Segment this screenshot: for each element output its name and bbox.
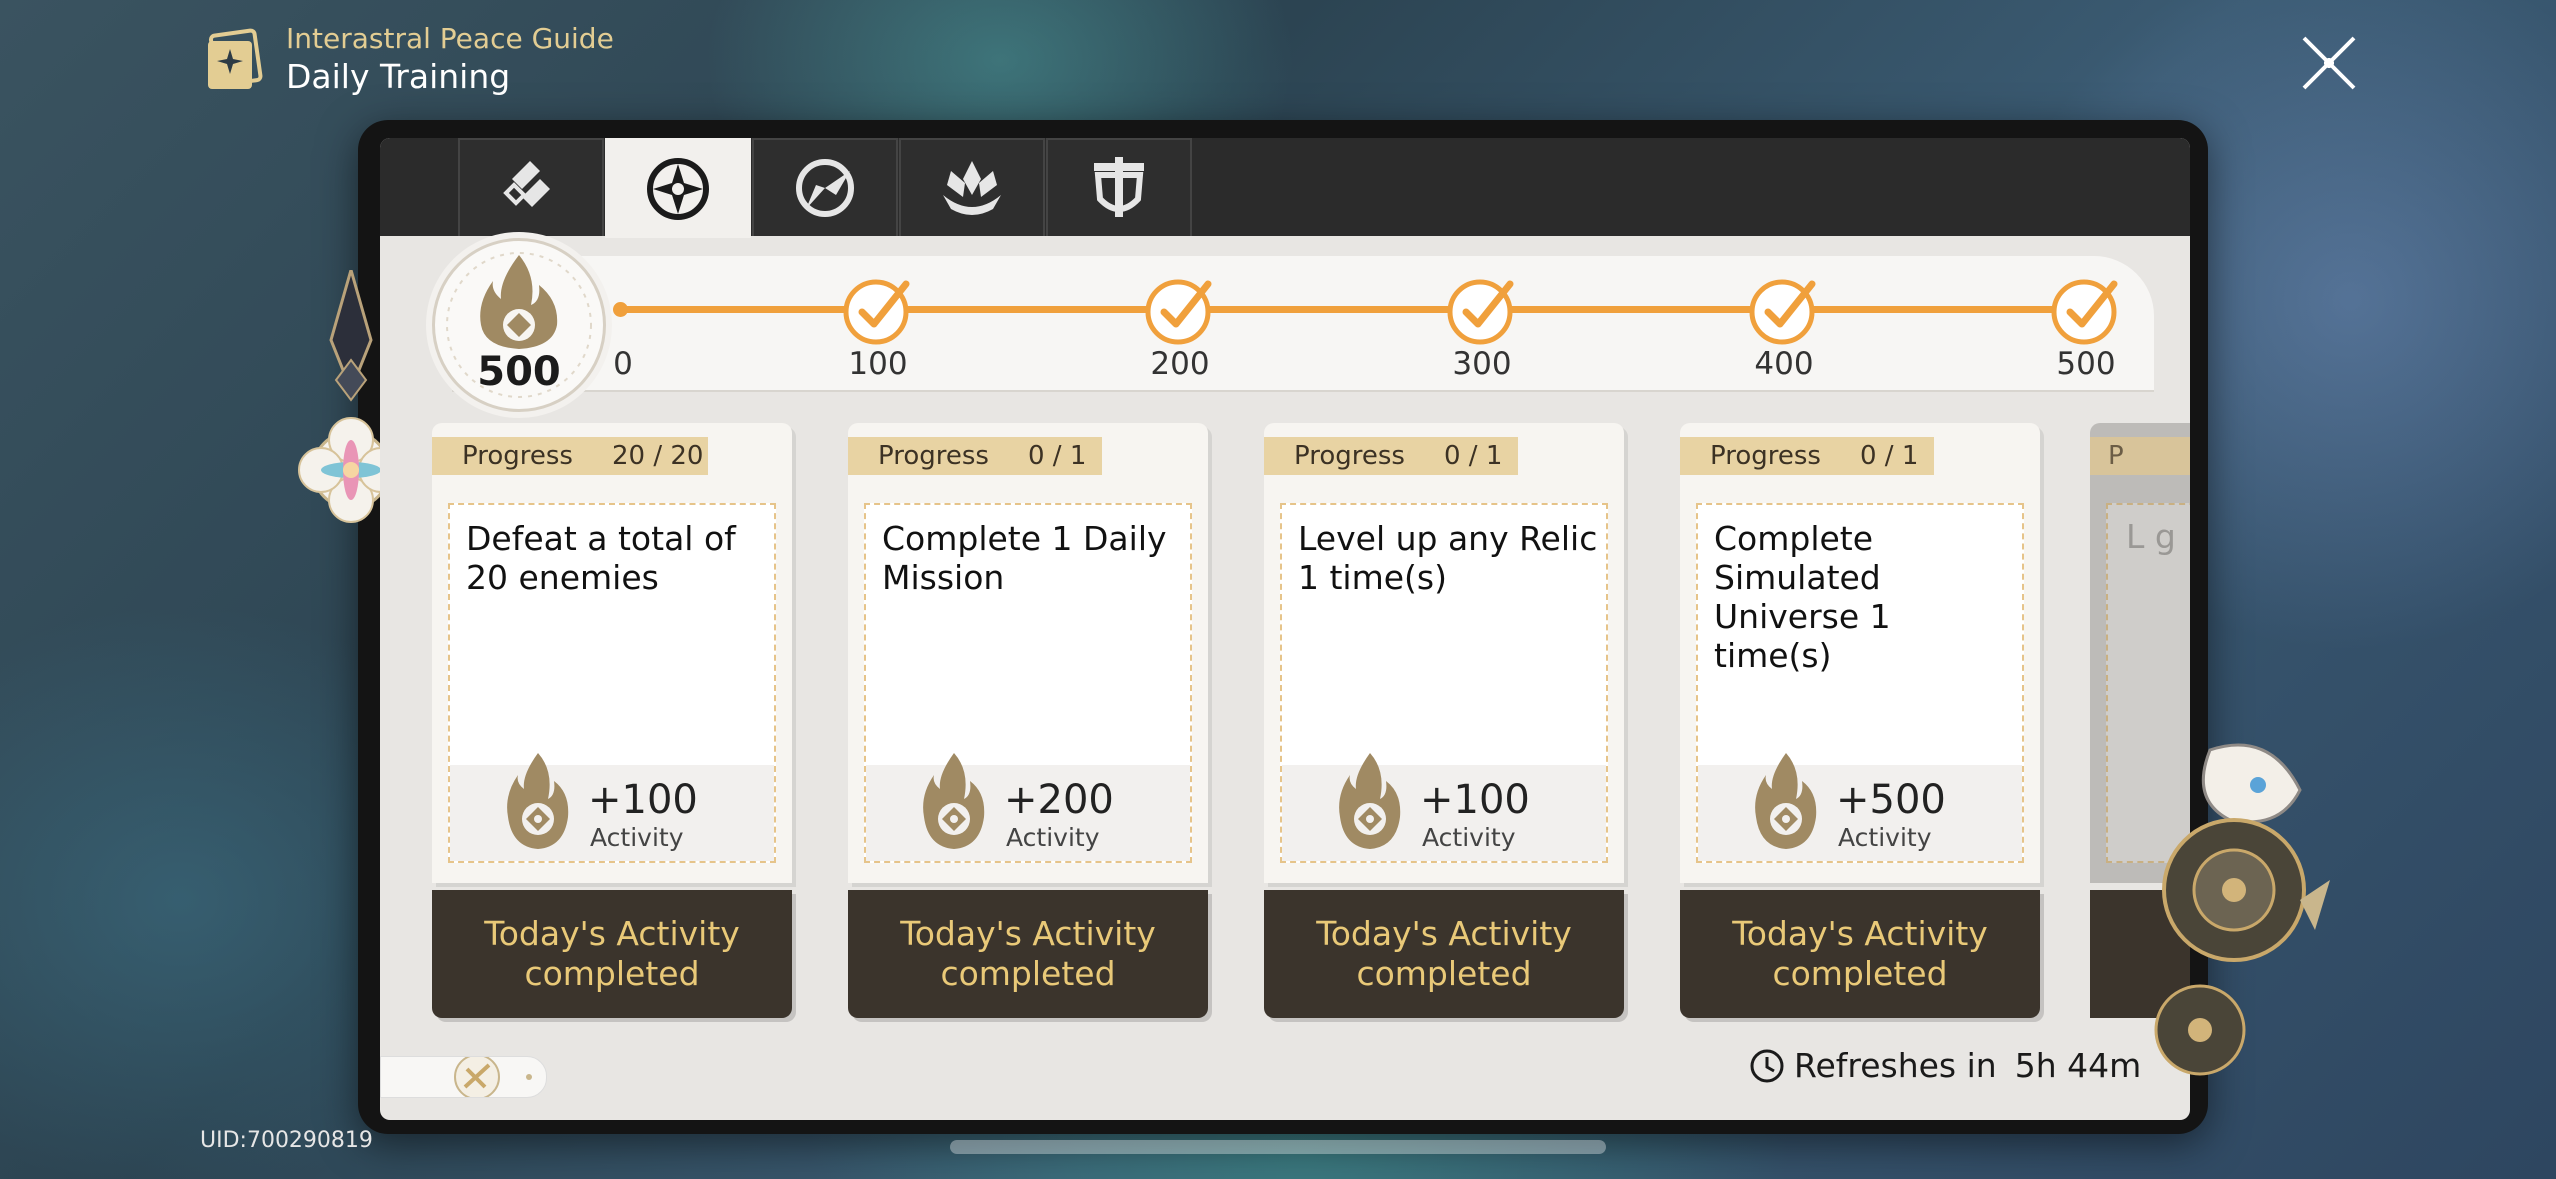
task-description: Level up any Relic 1 time(s) (1298, 519, 1598, 597)
activity-flame-icon (1339, 753, 1401, 849)
activity-flame-icon (923, 753, 985, 849)
refresh-label: Refreshes in (1794, 1046, 1997, 1085)
milestone-check-icon[interactable] (2050, 274, 2122, 346)
reward-row: +500 Activity (1698, 753, 2022, 861)
task-card[interactable]: Progress 20 / 20 Defeat a total of 20 enem… (432, 423, 792, 1018)
milestone-label: 400 (1754, 346, 1814, 382)
activity-progress-line (615, 306, 2070, 313)
progress-value: 0 / 1 (1444, 441, 1503, 471)
reward-row: +100 Activity (450, 753, 774, 861)
progress-label: Progress (462, 441, 573, 471)
operation-icon (503, 161, 550, 207)
activity-status-button[interactable]: Today's Activity completed (1680, 890, 2040, 1018)
activity-flame-icon (507, 753, 569, 849)
tab-daily-training[interactable] (605, 138, 751, 238)
progress-label: Progress (878, 441, 989, 471)
progress-value: 0 / 1 (1860, 441, 1919, 471)
task-panel: Complete Simulated Universe 1 time(s) +50… (1696, 503, 2024, 863)
task-description: Complete Simulated Universe 1 time(s) (1714, 519, 1891, 675)
reward-label: Activity (590, 823, 684, 852)
activity-flame-icon (1755, 753, 1817, 849)
reward-value: +100 (588, 777, 698, 823)
task-description: Complete 1 Daily Mission (882, 519, 1167, 597)
task-card-body: Progress 0 / 1 Complete Simulated Universe… (1680, 423, 2040, 883)
survival-icon (1094, 157, 1144, 217)
progress-value: 20 / 20 (612, 441, 704, 471)
activity-status-button[interactable]: Today's Activity completed (1264, 890, 1624, 1018)
progress-badge: Progress 20 / 20 (432, 437, 708, 475)
reward-row: +100 Activity (1282, 753, 1606, 861)
refresh-time: 5h 44m (2014, 1046, 2142, 1085)
task-card[interactable]: Progress 0 / 1 Complete 1 Daily Mission +20… (848, 423, 1208, 1018)
task-panel: Level up any Relic 1 time(s) +100 Activity (1280, 503, 1608, 863)
milestone-label: 200 (1150, 346, 1210, 382)
progress-label: Progress (1294, 441, 1405, 471)
task-panel: Complete 1 Daily Mission +200 Activity (864, 503, 1192, 863)
task-panel: Defeat a total of 20 enemies +100 Activity (448, 503, 776, 863)
daily-training-panel: 0 100 200 300 400 500 500 Progress 20 / 20 Defe… (380, 138, 2190, 1120)
seasonal-icon (796, 159, 854, 217)
task-card-body: Progress 0 / 1 Complete 1 Daily Mission +20… (848, 423, 1208, 883)
milestone-check-icon[interactable] (1446, 274, 1518, 346)
milestone-check-icon[interactable] (842, 274, 914, 346)
tab-bar (380, 138, 2190, 238)
milestone-node (613, 302, 628, 317)
progress-value: 0 / 1 (1028, 441, 1087, 471)
tab-seasonal[interactable] (752, 138, 898, 236)
express-icon (454, 1054, 532, 1100)
user-id: UID:700290819 (200, 1128, 373, 1153)
task-card-body: Progress 0 / 1 Level up any Relic 1 time(s… (1264, 423, 1624, 883)
activity-current-value: 500 (477, 349, 561, 395)
clock-icon (1750, 1049, 1784, 1082)
progress-badge: Progress 0 / 1 (1264, 437, 1518, 475)
tab-operation[interactable] (458, 138, 604, 236)
close-icon[interactable] (2296, 30, 2362, 96)
partial-progress-badge: P (2090, 437, 2190, 475)
task-card[interactable]: Progress 0 / 1 Complete Simulated Universe… (1680, 423, 2040, 1018)
refresh-timer: Refreshes in 5h 44m (1748, 1046, 2141, 1085)
milestone-check-icon[interactable] (1144, 274, 1216, 346)
milestone-label: 100 (848, 346, 908, 382)
home-indicator[interactable] (950, 1140, 1606, 1154)
reward-label: Activity (1838, 823, 1932, 852)
progress-badge: Progress 0 / 1 (848, 437, 1102, 475)
header-title: Daily Training (286, 57, 511, 96)
task-description: Defeat a total of 20 enemies (466, 519, 736, 597)
progress-label: Progress (1710, 441, 1821, 471)
task-card[interactable]: Progress 0 / 1 Level up any Relic 1 time(s… (1264, 423, 1624, 1018)
activity-status-button[interactable]: Today's Activity completed (432, 890, 792, 1018)
tab-survival[interactable] (1046, 138, 1192, 236)
activity-track (452, 256, 2154, 392)
page-header: Interastral Peace Guide Daily Training (200, 22, 614, 98)
milestone-label: 500 (2056, 346, 2116, 382)
reward-value: +500 (1836, 777, 1946, 823)
activity-status-button[interactable]: Today's Activity completed (848, 890, 1208, 1018)
milestone-check-icon[interactable] (1748, 274, 1820, 346)
reward-value: +200 (1004, 777, 1114, 823)
milestone-label: 300 (1452, 346, 1512, 382)
activity-medal: 500 (432, 238, 606, 412)
reward-row: +200 Activity (866, 753, 1190, 861)
reward-label: Activity (1422, 823, 1516, 852)
daily-training-icon (647, 158, 709, 220)
treasures-icon (943, 161, 1001, 215)
panel-switch-toggle[interactable] (380, 1054, 547, 1100)
progress-badge: Progress 0 / 1 (1680, 437, 1934, 475)
flower-charm-decoration (2154, 743, 2330, 1076)
reward-label: Activity (1006, 823, 1100, 852)
tab-treasures[interactable] (899, 138, 1045, 236)
task-card-body: Progress 20 / 20 Defeat a total of 20 enem… (432, 423, 792, 883)
reward-value: +100 (1420, 777, 1530, 823)
header-subtitle: Interastral Peace Guide (286, 22, 614, 55)
guide-book-icon (208, 28, 263, 89)
